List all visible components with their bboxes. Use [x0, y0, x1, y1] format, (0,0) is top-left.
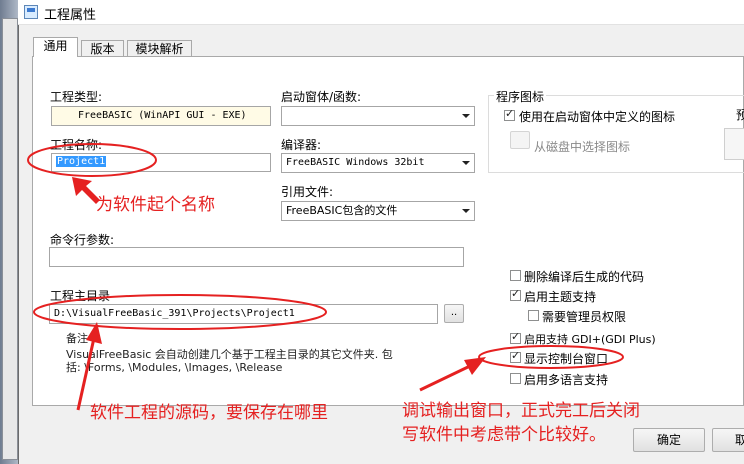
theme-support-label: 启用主题支持 [524, 290, 597, 304]
project-name-label: 工程名称: [50, 138, 103, 152]
admin-rights-checkbox[interactable] [528, 310, 539, 321]
main-dir-label: 工程主目录 [50, 289, 111, 303]
annotation-console-2: 写软件中考虑带个比较好。 [402, 425, 606, 445]
theme-support-checkbox[interactable] [510, 287, 521, 301]
window-title: 工程属性 [44, 8, 97, 23]
project-name-value: Project1 [56, 156, 107, 167]
tab-general[interactable]: 通用 [33, 37, 78, 57]
gdiplus-label: 启用支持 GDI+(GDI Plus) [524, 333, 656, 346]
icon-preview-box [724, 128, 744, 160]
console-window-label: 显示控制台窗口 [524, 352, 609, 366]
gdiplus-checkbox[interactable] [510, 330, 521, 344]
preview-label: 预 [736, 108, 744, 122]
delete-generated-code-label: 删除编译后生成的代码 [524, 270, 645, 284]
include-label: 引用文件: [281, 185, 334, 199]
ok-button[interactable]: 确定 [633, 428, 705, 452]
project-name-input[interactable]: Project1 [51, 153, 271, 172]
pick-icon-button[interactable] [510, 131, 530, 149]
console-window-checkbox[interactable] [510, 349, 521, 363]
cancel-button[interactable]: 取 [712, 428, 744, 452]
admin-rights-label: 需要管理员权限 [542, 310, 627, 324]
startup-label: 启动窗体/函数: [281, 90, 362, 104]
project-type-field: FreeBASIC (WinAPI GUI - EXE) [51, 106, 271, 126]
chevron-down-icon [462, 209, 470, 213]
startup-combo[interactable] [281, 106, 475, 126]
include-value: FreeBASIC包含的文件 [286, 204, 398, 217]
browse-button[interactable]: .. [444, 304, 464, 323]
annotation-console-1: 调试输出窗口，正式完工后关闭 [402, 401, 640, 421]
cmdline-label: 命令行参数: [50, 233, 115, 247]
note-line-2: 括: \Forms, \Modules, \Images, \Release [66, 361, 283, 374]
project-type-label: 工程类型: [50, 90, 103, 104]
use-startup-icon-label: 使用在启动窗体中定义的图标 [519, 110, 676, 124]
compiler-value: FreeBASIC Windows 32bit [286, 157, 425, 168]
note-title: 备注 [66, 332, 88, 345]
tab-version[interactable]: 版本 [81, 40, 124, 57]
compiler-label: 编译器: [281, 138, 322, 152]
annotation-name: 为软件起个名称 [96, 195, 215, 215]
tab-module-parse[interactable]: 模块解析 [127, 40, 192, 57]
delete-generated-code-checkbox[interactable] [510, 270, 521, 281]
multilang-label: 启用多语言支持 [524, 373, 609, 387]
main-dir-input[interactable]: D:\VisualFreeBasic_391\Projects\Project1 [49, 304, 438, 324]
annotation-source: 软件工程的源码，要保存在哪里 [90, 403, 328, 423]
use-startup-icon-checkbox[interactable] [504, 107, 515, 121]
icon-group-title: 程序图标 [494, 88, 547, 105]
compiler-combo[interactable]: FreeBASIC Windows 32bit [281, 153, 475, 173]
pick-disk-label: 从磁盘中选择图标 [534, 140, 631, 154]
multilang-checkbox[interactable] [510, 373, 521, 384]
chevron-down-icon [462, 161, 470, 165]
app-icon [24, 5, 38, 19]
cmdline-input[interactable] [49, 247, 464, 267]
title-bar: 工程属性 [18, 0, 744, 25]
chevron-down-icon [462, 114, 470, 118]
include-combo[interactable]: FreeBASIC包含的文件 [281, 201, 475, 221]
